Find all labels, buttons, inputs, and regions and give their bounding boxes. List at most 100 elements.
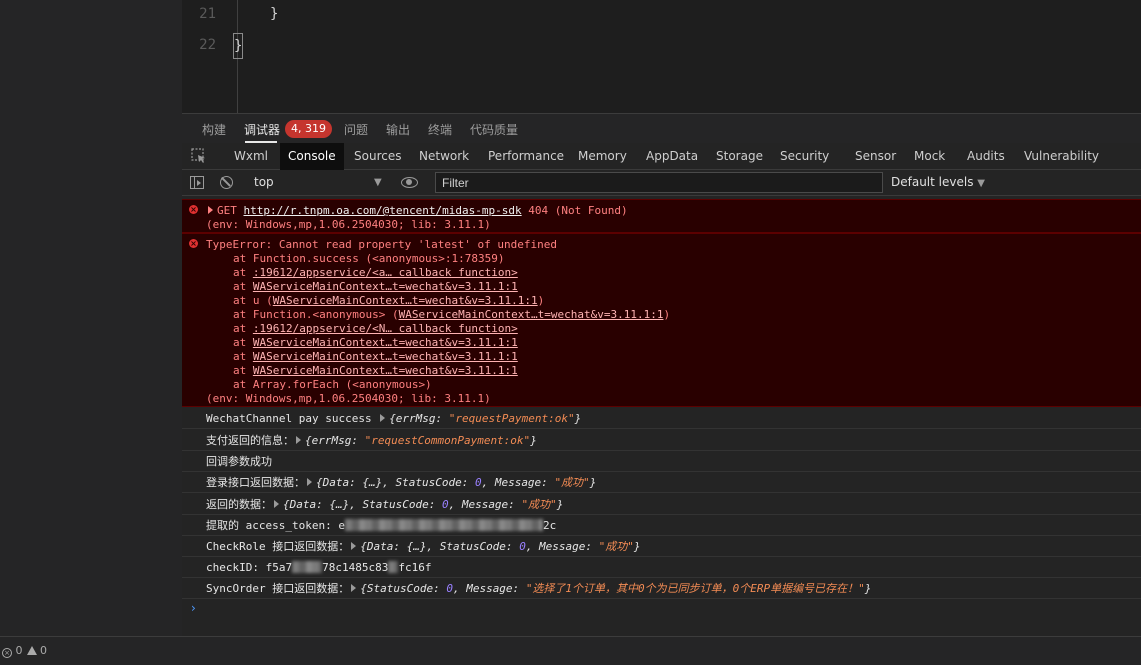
stack-frame: at Function.<anonymous> (WAServiceMainCo… [233, 308, 670, 322]
devtab-appdata[interactable]: AppData [646, 143, 698, 170]
console-error-404[interactable]: × GET http://r.tnpm.oa.com/@tencent/mida… [182, 199, 1141, 233]
object-preview: {Data: {…}, StatusCode: 0, Message: "成功"… [283, 498, 563, 511]
log-pay-return[interactable]: 支付返回的信息： {errMsg: "requestCommonPayment:o… [182, 430, 1141, 451]
log-callback-ok[interactable]: 回调参数成功 [182, 451, 1141, 472]
log-text: 支付返回的信息： {errMsg: "requestCommonPayment:o… [206, 434, 537, 448]
frame-source-link[interactable]: WAServiceMainContext…t=wechat&v=3.11.1:1 [253, 336, 518, 349]
devtab-vulnerability[interactable]: Vulnerability [1024, 143, 1099, 170]
frame-source-link[interactable]: WAServiceMainContext…t=wechat&v=3.11.1:1 [253, 364, 518, 377]
obj-number: 0 [519, 540, 526, 553]
expand-triangle-icon[interactable] [307, 478, 312, 486]
expand-triangle-icon[interactable] [274, 500, 279, 508]
log-label: 回调参数成功 [206, 455, 272, 468]
tab-debugger[interactable]: 调试器 [244, 121, 280, 138]
console-prompt-caret[interactable]: › [191, 601, 196, 615]
log-label: SyncOrder 接口返回数据： [206, 582, 350, 595]
status-problems[interactable]: × 0 0 [2, 644, 47, 658]
filter-input[interactable] [435, 172, 883, 193]
console-toolbar: top ▼ Default levels ▼ [182, 170, 1141, 196]
error-request-line: GET http://r.tnpm.oa.com/@tencent/midas-… [206, 204, 628, 218]
log-sync-order[interactable]: SyncOrder 接口返回数据： {StatusCode: 0, Message… [182, 578, 1141, 599]
log-login-data[interactable]: 登录接口返回数据： {Data: {…}, StatusCode: 0, Mess… [182, 472, 1141, 493]
expand-triangle-icon[interactable] [296, 436, 301, 444]
tab-terminal[interactable]: 终端 [428, 121, 452, 138]
devtab-sources[interactable]: Sources [354, 143, 401, 170]
tab-code-quality[interactable]: 代码质量 [470, 121, 518, 138]
obj-part: } [530, 434, 537, 447]
obj-part: {StatusCode: [360, 582, 447, 595]
dropdown-arrow-icon: ▼ [374, 177, 382, 188]
tab-problems[interactable]: 问题 [344, 121, 368, 138]
frame-function: Function.success (<anonymous>:1:78359) [252, 252, 505, 265]
inspect-element-icon[interactable] [191, 148, 207, 164]
log-text: 登录接口返回数据： {Data: {…}, StatusCode: 0, Mess… [206, 476, 596, 490]
frame-source-link[interactable]: WAServiceMainContext…t=wechat&v=3.11.1:1 [273, 294, 538, 307]
code-line-22[interactable]: 22 } [182, 33, 1141, 59]
devtab-storage[interactable]: Storage [716, 143, 763, 170]
obj-number: 0 [441, 498, 449, 511]
code-editor[interactable]: 21 } 22 } [182, 0, 1141, 113]
log-label: WechatChannel pay success [206, 412, 379, 425]
console-output[interactable]: × GET http://r.tnpm.oa.com/@tencent/mida… [182, 196, 1141, 636]
frame-at: at [233, 280, 247, 293]
console-error-typeerror[interactable]: × TypeError: Cannot read property 'lates… [182, 233, 1141, 407]
log-access-token[interactable]: 提取的 access_token: e 2c [182, 515, 1141, 536]
log-pay-success[interactable]: WechatChannel pay success {errMsg: "requ… [182, 408, 1141, 429]
log-text: SyncOrder 接口返回数据： {StatusCode: 0, Message… [206, 582, 871, 596]
stack-frame: at u (WAServiceMainContext…t=wechat&v=3.… [233, 294, 544, 308]
log-label: checkID: [206, 561, 266, 574]
expand-triangle-icon[interactable] [351, 542, 357, 550]
expand-triangle-icon[interactable] [351, 584, 357, 592]
devtab-sensor[interactable]: Sensor [855, 143, 896, 170]
devtab-audits[interactable]: Audits [967, 143, 1005, 170]
token-visible-part: e [338, 519, 345, 532]
obj-part: , Message: [481, 476, 555, 489]
log-check-role[interactable]: CheckRole 接口返回数据： {Data: {…}, StatusCode:… [182, 536, 1141, 557]
tab-build[interactable]: 构建 [202, 121, 226, 138]
obj-part: {Data: {…}, StatusCode: [360, 540, 520, 553]
expand-triangle-icon[interactable] [208, 206, 213, 214]
obj-part: , Message: [525, 540, 599, 553]
log-text: CheckRole 接口返回数据： {Data: {…}, StatusCode:… [206, 540, 641, 554]
request-url-link[interactable]: http://r.tnpm.oa.com/@tencent/midas-mp-s… [244, 204, 522, 217]
frame-source-link[interactable]: :19612/appservice/<a… callback function> [253, 266, 518, 279]
frame-source-link[interactable]: :19612/appservice/<N… callback function> [253, 322, 518, 335]
live-expression-eye-icon[interactable] [401, 177, 418, 188]
line-number: 22 [199, 37, 216, 53]
clear-console-icon[interactable] [220, 176, 233, 189]
show-sidebar-icon[interactable] [190, 176, 204, 189]
frame-at: at [233, 252, 247, 265]
error-env-line: (env: Windows,mp,1.06.2504030; lib: 3.11… [206, 392, 491, 405]
devtab-security[interactable]: Security [780, 143, 829, 170]
obj-part: } [589, 476, 597, 489]
code-line-21[interactable]: 21 } [182, 6, 1141, 24]
log-levels-dropdown[interactable]: Default levels ▼ [891, 172, 985, 193]
error-env-line: (env: Windows,mp,1.06.2504030; lib: 3.11… [206, 218, 491, 231]
devtab-console[interactable]: Console [280, 143, 344, 170]
log-check-id[interactable]: checkID: f5a7 78c1485c83 fc16f [182, 557, 1141, 578]
redacted-blur [292, 561, 323, 573]
object-preview: {errMsg: "requestPayment:ok"} [389, 412, 581, 425]
http-status: 404 (Not Found) [528, 204, 628, 217]
object-preview: {StatusCode: 0, Message: "选择了1个订单，其中0个为已… [360, 582, 871, 595]
obj-string: "成功" [554, 476, 590, 489]
devtab-mock[interactable]: Mock [914, 143, 945, 170]
log-text: 返回的数据： {Data: {…}, StatusCode: 0, Message… [206, 498, 563, 512]
frame-source-link[interactable]: WAServiceMainContext…t=wechat&v=3.11.1:1 [253, 280, 518, 293]
context-selector[interactable]: top [248, 172, 388, 193]
tab-output[interactable]: 输出 [386, 121, 410, 138]
frame-at: at [233, 266, 247, 279]
frame-source-link[interactable]: WAServiceMainContext…t=wechat&v=3.11.1:1 [253, 350, 518, 363]
obj-string: "选择了1个订单，其中0个为已同步订单，0个ERP单据编号已存在！" [525, 582, 865, 595]
id-visible-part: 78c1485c83 [322, 561, 389, 574]
line-code: } [232, 33, 244, 59]
devtab-memory[interactable]: Memory [578, 143, 627, 170]
frame-source-link[interactable]: WAServiceMainContext…t=wechat&v=3.11.1:1 [399, 308, 664, 321]
expand-triangle-icon[interactable] [380, 414, 386, 422]
log-return-data[interactable]: 返回的数据： {Data: {…}, StatusCode: 0, Message… [182, 494, 1141, 515]
devtab-wxml[interactable]: Wxml [234, 143, 268, 170]
devtab-network[interactable]: Network [419, 143, 469, 170]
frame-function: Array.forEach (<anonymous>) [252, 378, 432, 391]
devtab-performance[interactable]: Performance [488, 143, 564, 170]
obj-number: 0 [474, 476, 482, 489]
